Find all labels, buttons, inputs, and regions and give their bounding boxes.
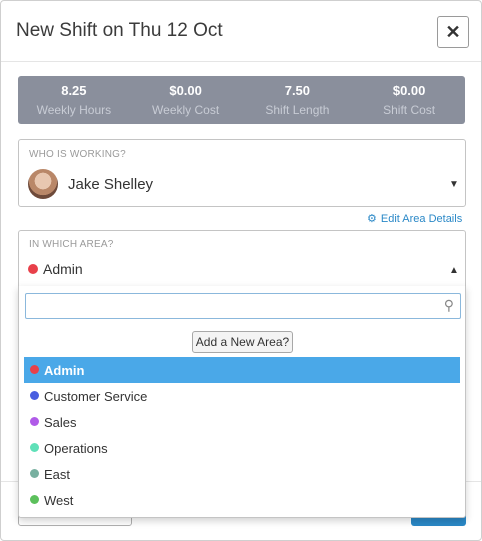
which-area-label: IN WHICH AREA? — [29, 239, 114, 250]
area-option-label: East — [44, 467, 71, 482]
employee-name: Jake Shelley — [68, 176, 154, 193]
area-color-dot — [30, 495, 39, 504]
stat-weekly-cost: $0.00 Weekly Cost — [130, 76, 242, 124]
area-option-label: West — [44, 493, 74, 508]
area-option-sales[interactable]: Sales — [24, 409, 460, 435]
area-color-dot — [30, 443, 39, 452]
who-is-working-select[interactable]: WHO IS WORKING? Jake Shelley ▼ — [18, 139, 466, 207]
stat-shift-length: 7.50 Shift Length — [242, 76, 354, 124]
modal-title: New Shift on Thu 12 Oct — [16, 20, 223, 41]
area-option-label: Admin — [44, 363, 85, 378]
area-option-operations[interactable]: Operations — [24, 435, 460, 461]
shift-stats-bar: 8.25 Weekly Hours $0.00 Weekly Cost 7.50… — [18, 76, 465, 124]
stat-value: 7.50 — [284, 83, 311, 98]
new-shift-modal: New Shift on Thu 12 Oct ✕ 8.25 Weekly Ho… — [0, 0, 482, 541]
area-option-customer-service[interactable]: Customer Service — [24, 383, 460, 409]
stat-shift-cost: $0.00 Shift Cost — [353, 76, 465, 124]
area-color-dot — [28, 264, 38, 274]
stat-weekly-hours: 8.25 Weekly Hours — [18, 76, 130, 124]
who-is-working-label: WHO IS WORKING? — [29, 149, 126, 160]
area-option-label: Operations — [44, 441, 108, 456]
area-color-dot — [30, 365, 39, 374]
area-option-label: Customer Service — [44, 389, 148, 404]
area-dropdown: ⚲ Add a New Area? Admin Customer Service… — [18, 286, 466, 518]
chevron-down-icon: ▼ — [449, 179, 459, 190]
area-search-input[interactable]: ⚲ — [25, 293, 461, 319]
area-color-dot — [30, 391, 39, 400]
search-icon: ⚲ — [443, 297, 454, 313]
area-color-dot — [30, 417, 39, 426]
area-color-dot — [30, 469, 39, 478]
close-icon: ✕ — [445, 21, 461, 42]
area-option-admin[interactable]: Admin — [24, 357, 460, 383]
stat-value: $0.00 — [169, 83, 202, 98]
stat-label: Weekly Hours — [36, 103, 112, 117]
selected-area: Admin — [43, 261, 83, 277]
avatar — [28, 169, 58, 199]
close-button[interactable]: ✕ — [437, 16, 469, 48]
add-new-area-button[interactable]: Add a New Area? — [192, 331, 293, 353]
area-option-west[interactable]: West — [24, 487, 460, 513]
area-select[interactable]: IN WHICH AREA? Admin ▲ — [18, 230, 466, 286]
area-option-label: Sales — [44, 415, 77, 430]
stat-label: Shift Length — [265, 103, 330, 117]
chevron-up-icon: ▲ — [449, 265, 459, 276]
stat-label: Shift Cost — [383, 103, 436, 117]
stat-label: Weekly Cost — [152, 103, 220, 117]
gear-icon: ⚙ — [367, 213, 377, 225]
stat-value: $0.00 — [392, 83, 426, 98]
area-option-east[interactable]: East — [24, 461, 460, 487]
stat-value: 8.25 — [61, 83, 87, 98]
edit-area-details-link[interactable]: ⚙ Edit Area Details — [367, 212, 462, 225]
modal-header: New Shift on Thu 12 Oct ✕ — [1, 1, 481, 62]
edit-area-details-label: Edit Area Details — [380, 213, 463, 225]
